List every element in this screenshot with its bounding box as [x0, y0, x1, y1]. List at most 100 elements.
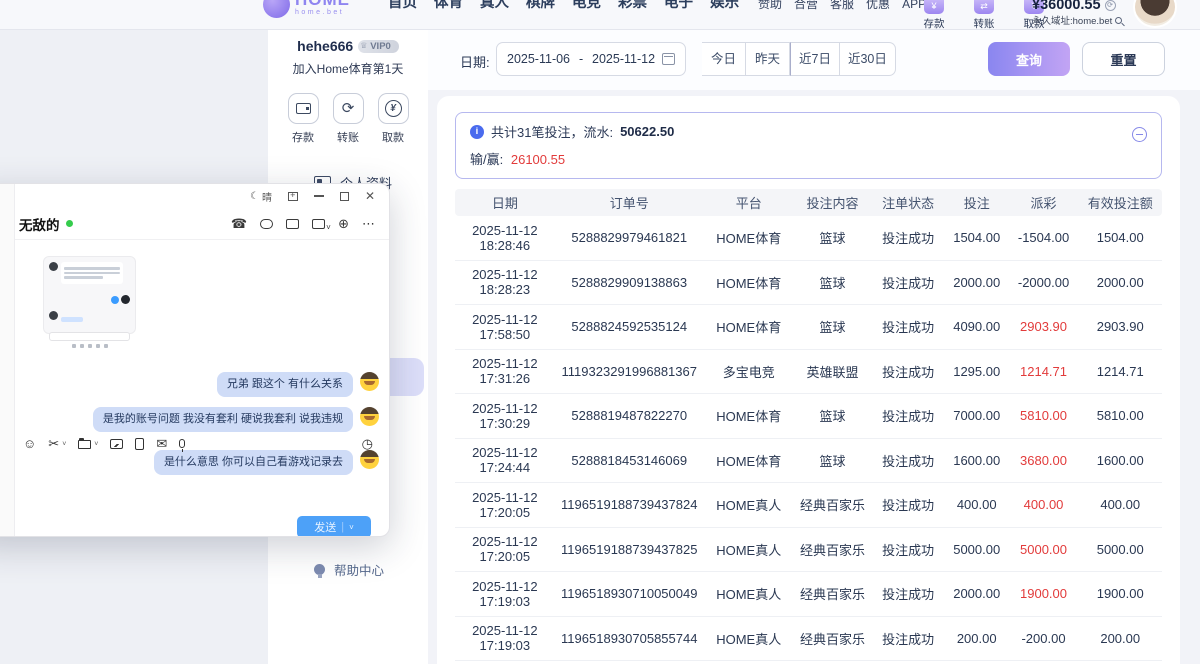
permanent-domain: 永久域址:home.bet	[1032, 13, 1112, 27]
sidebar-deposit-button[interactable]: 存款	[288, 93, 319, 145]
cell-date: 2025-11-12	[455, 223, 555, 238]
quick-range-button[interactable]: 今日	[702, 42, 746, 76]
cell-order-number: 1196518930705855744	[555, 631, 704, 646]
online-status-dot	[66, 220, 73, 227]
emoji-icon[interactable]: ☺	[23, 437, 36, 451]
cell-valid-amount: 1900.00	[1079, 586, 1162, 601]
nav-item[interactable]: 彩票	[618, 0, 647, 13]
cell-payout: -2000.00	[1009, 275, 1079, 290]
search-icon[interactable]	[1115, 17, 1122, 24]
weather-widget[interactable]: ☾ 晴	[250, 189, 272, 204]
cell-status: 投注成功	[871, 495, 945, 514]
cell-bet-amount: 1504.00	[945, 230, 1009, 245]
subnav-item[interactable]: 赞助	[758, 0, 782, 13]
send-options-caret[interactable]: ˅	[349, 523, 354, 532]
chat-window: ☾ 晴 ✕ 无敌的 ☎ ⊕ ⋯	[0, 183, 390, 537]
cell-payout: 5000.00	[1009, 542, 1079, 557]
summary-text: 共计31笔投注，流水:	[491, 122, 613, 141]
subnav-item[interactable]: 合营	[794, 0, 818, 13]
more-options-icon[interactable]: ⋯	[362, 217, 375, 231]
refresh-balance-icon[interactable]: ⟳	[1105, 0, 1116, 11]
cell-valid-amount: 2000.00	[1079, 275, 1162, 290]
cell-bet-amount: 1295.00	[945, 364, 1009, 379]
quick-range-button[interactable]: 近7日	[790, 42, 840, 76]
maximize-icon[interactable]	[340, 192, 349, 201]
cell-status: 投注成功	[871, 451, 945, 470]
date-filter-label: 日期:	[460, 52, 490, 71]
send-button[interactable]: 发送 | ˅	[297, 516, 371, 537]
close-icon[interactable]: ✕	[365, 190, 375, 202]
cell-payout: -1504.00	[1009, 230, 1079, 245]
quick-range-button[interactable]: 近30日	[840, 42, 896, 76]
cell-date: 2025-11-12	[455, 534, 555, 549]
screen-share-icon[interactable]	[286, 219, 299, 229]
image-icon[interactable]	[110, 439, 123, 449]
screenshot-scissors-icon[interactable]: ✂	[48, 437, 59, 451]
add-icon[interactable]: ⊕	[338, 217, 349, 231]
cell-payout: 1900.00	[1009, 586, 1079, 601]
nav-item[interactable]: 真人	[480, 0, 509, 13]
main-content: 日期: 2025-11-06 - 2025-11-12 今日昨天近7日近30日 …	[428, 30, 1200, 664]
microphone-icon[interactable]	[179, 439, 185, 448]
chat-header: 无敌的 ☎ ⊕ ⋯	[15, 208, 389, 239]
message-envelope-icon[interactable]: ✉	[156, 437, 167, 451]
chat-conversation-list[interactable]	[0, 184, 15, 536]
cell-status: 投注成功	[871, 584, 945, 603]
reset-button[interactable]: 重置	[1082, 42, 1165, 76]
nav-item[interactable]: 棋牌	[526, 0, 555, 13]
date-end-value: 2025-11-12	[592, 52, 655, 66]
cell-order-number: 5288829909138863	[555, 275, 704, 290]
user-avatar[interactable]	[1133, 0, 1177, 28]
cell-bet-content: 经典百家乐	[794, 629, 872, 648]
file-icon[interactable]	[78, 440, 91, 449]
logo-subtitle: home.bet	[295, 9, 350, 16]
search-button[interactable]: 查询	[988, 42, 1070, 76]
collapse-icon[interactable]	[1132, 127, 1147, 142]
minimize-icon[interactable]	[314, 195, 324, 197]
cell-platform: HOME体育	[704, 228, 794, 247]
cell-payout: 5810.00	[1009, 408, 1079, 423]
sidebar-transfer-button[interactable]: ⟳ 转账	[333, 93, 364, 145]
wallet-action-icon: ¥	[924, 0, 944, 14]
subnav-item[interactable]: 客服	[830, 0, 854, 13]
video-call-icon[interactable]	[260, 219, 273, 229]
site-logo[interactable]: HOME home.bet	[263, 0, 350, 18]
quick-range-button[interactable]: 昨天	[746, 42, 790, 76]
cell-bet-content: 篮球	[794, 228, 872, 247]
cell-platform: HOME真人	[704, 495, 794, 514]
remote-desktop-icon[interactable]	[312, 219, 325, 229]
cell-date: 2025-11-12	[455, 401, 555, 416]
cell-bet-amount: 4090.00	[945, 319, 1009, 334]
sidebar-item-help-center[interactable]: 帮助中心	[314, 560, 384, 579]
subnav-item[interactable]: 优惠	[866, 0, 890, 13]
shake-icon[interactable]	[135, 438, 144, 450]
cell-date: 2025-11-12	[455, 445, 555, 460]
cell-time: 17:24:44	[455, 460, 555, 475]
pin-window-icon[interactable]	[288, 192, 298, 201]
chat-titlebar: ☾ 晴 ✕	[15, 184, 389, 208]
vip-badge: VIP0	[358, 40, 399, 53]
winloss-value: 26100.55	[511, 152, 565, 167]
cell-date: 2025-11-12	[455, 579, 555, 594]
embedded-screenshot-message[interactable]	[43, 256, 136, 334]
nav-item[interactable]: 首页	[388, 0, 417, 13]
wallet-action-button[interactable]: ⇄ 转账	[965, 0, 1003, 30]
cell-order-number: 1196518930710050049	[555, 586, 704, 601]
nav-item[interactable]: 娱乐	[710, 0, 739, 13]
cell-bet-amount: 7000.00	[945, 408, 1009, 423]
cell-bet-amount: 200.00	[945, 631, 1009, 646]
nav-item[interactable]: 电竞	[572, 0, 601, 13]
filter-bar: 日期: 2025-11-06 - 2025-11-12 今日昨天近7日近30日 …	[428, 30, 1200, 90]
wallet-action-button[interactable]: ¥ 存款	[915, 0, 953, 30]
chat-message: 是我的账号问题 我没有套利 硬说我套利 说我违规	[93, 407, 379, 432]
winloss-label: 输/赢:	[470, 152, 503, 167]
table-row: 2025-11-12 17:19:03 1196518930705855744 …	[455, 617, 1162, 662]
cell-bet-content: 篮球	[794, 406, 872, 425]
cell-time: 17:19:03	[455, 638, 555, 653]
date-range-input[interactable]: 2025-11-06 - 2025-11-12	[496, 42, 686, 76]
nav-item[interactable]: 体育	[434, 0, 463, 13]
nav-item[interactable]: 电子	[664, 0, 693, 13]
sidebar-withdraw-button[interactable]: ¥ 取款	[378, 93, 409, 145]
cell-order-number: 1196519188739437824	[555, 497, 704, 512]
voice-call-icon[interactable]: ☎	[231, 217, 247, 231]
